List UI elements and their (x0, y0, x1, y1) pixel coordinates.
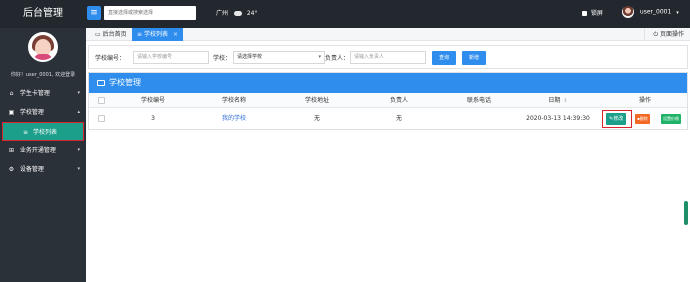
school-select[interactable]: 请选择学校 ▾ (233, 51, 325, 64)
sidebar-item-student-card[interactable]: ⌂ 学生卡管理 ▾ (0, 84, 86, 103)
phone-cell (439, 109, 519, 129)
app-title: 后台管理 (23, 8, 63, 19)
avatar (622, 6, 634, 18)
temperature-label: 24° (246, 10, 258, 17)
top-bar: 后台管理 ≡ 广州 24° 锁屏 user_0001 ▾ (0, 0, 690, 28)
welcome-text: 你好！user_0001, 欢迎登录 (10, 72, 76, 78)
page-operations-button[interactable]: ⏻ 页面操作 (644, 28, 684, 41)
sidebar-item-school-list[interactable]: ≡ 学校列表 (2, 122, 84, 141)
panel-title: 学校管理 (109, 78, 141, 87)
owner-label: 负责人： (325, 55, 350, 62)
list-icon: ≡ (23, 129, 29, 136)
sidebar: 你好！user_0001, 欢迎登录 ⌂ 学生卡管理 ▾ ▣ 学校管理 ▴ ≡ … (0, 28, 86, 282)
query-button[interactable]: 查询 (432, 51, 456, 65)
scrollbar-thumb[interactable] (684, 201, 688, 225)
username-label: user_0001 (639, 8, 672, 16)
page-ops-label: 页面操作 (659, 31, 684, 38)
table-header: 学校编号 学校名称 学校地址 负责人 联系电话 日期 ⇕ 操作 (89, 93, 687, 108)
row-checkbox[interactable] (97, 115, 105, 122)
profile-avatar[interactable] (28, 32, 58, 62)
sidebar-nav: ⌂ 学生卡管理 ▾ ▣ 学校管理 ▴ ≡ 学校列表 ⊞ 业务开通管理 ▾ ⚙ 设… (0, 84, 86, 179)
profile-card: 你好！user_0001, 欢迎登录 (0, 28, 86, 82)
school-code-label: 学校编号： (95, 55, 126, 62)
edit-button[interactable]: ✎修改 (606, 113, 627, 125)
sidebar-item-label: 学生卡管理 (19, 90, 50, 97)
tab-home[interactable]: ▭ 后台首页 (90, 28, 132, 41)
lock-screen-button[interactable]: 锁屏 (582, 8, 603, 17)
tab-label: 后台首页 (102, 31, 127, 38)
column-header: 学校地址 (304, 97, 329, 104)
column-header-label: 日期 (548, 97, 561, 104)
school-management-panel: 学校管理 学校编号 学校名称 学校地址 负责人 联系电话 日期 ⇕ 操作 3 我的… (88, 72, 688, 130)
grid-icon: ⊞ (8, 147, 15, 154)
school-name-link[interactable]: 我的学校 (201, 109, 267, 129)
sidebar-item-school[interactable]: ▣ 学校管理 ▴ (0, 103, 86, 122)
column-header: 联系电话 (466, 97, 491, 104)
lock-screen-label: 锁屏 (590, 10, 603, 17)
school-label: 学校： (213, 55, 232, 62)
card-icon (97, 79, 105, 86)
filter-bar: 学校编号： 请输入学校编号 学校： 请选择学校 ▾ 负责人： 请输入负责人 查询… (88, 45, 688, 69)
power-icon: ⏻ (653, 31, 660, 38)
gears-icon: ⚙ (8, 166, 15, 173)
sidebar-item-label: 业务开通管理 (19, 147, 56, 154)
panel-header: 学校管理 (89, 73, 687, 93)
sidebar-item-business[interactable]: ⊞ 业务开通管理 ▾ (0, 141, 86, 160)
sort-icon: ⇕ (563, 98, 568, 104)
chevron-down-icon: ▾ (77, 90, 80, 96)
city-label: 广州 (216, 10, 229, 17)
app-root: 后台管理 ≡ 广州 24° 锁屏 user_0001 ▾ 你好！user_000… (0, 0, 690, 282)
column-header: 负责人 (389, 97, 408, 104)
tab-label: 学校列表 (143, 31, 168, 38)
sidebar-item-label: 学校列表 (32, 129, 57, 136)
chevron-down-icon: ▾ (77, 147, 80, 153)
list-icon: ≡ (137, 31, 144, 38)
chevron-down-icon: ▾ (77, 166, 80, 172)
chevron-down-icon: ▾ (676, 9, 679, 16)
owner-input[interactable]: 请输入负责人 (350, 51, 426, 64)
weather-widget: 广州 24° (216, 8, 258, 17)
date-cell: 2020-03-13 14:39:30 (526, 115, 590, 122)
delete-button[interactable]: ▪删除 (635, 114, 650, 124)
tab-bar: ▭ 后台首页 ≡ 学校列表 × ⏻ 页面操作 (86, 28, 690, 41)
table-row: 3 我的学校 无 无 2020-03-13 14:39:30 ✎修改 ▪删除 设… (89, 109, 687, 129)
select-all-checkbox[interactable] (97, 97, 105, 104)
school-code-input[interactable]: 请输入学校编号 (133, 51, 209, 64)
school-icon: ▣ (8, 109, 15, 116)
set-price-button[interactable]: 设置价格 (661, 114, 681, 124)
delete-label: 删除 (639, 116, 648, 121)
tab-school-list[interactable]: ≡ 学校列表 × (132, 28, 183, 41)
school-select-value: 请选择学校 (237, 54, 263, 60)
menu-icon[interactable]: ≡ (87, 6, 101, 20)
user-menu[interactable]: user_0001 ▾ (622, 6, 679, 18)
chevron-up-icon: ▴ (77, 109, 80, 115)
owner-cell: 无 (395, 115, 402, 122)
sidebar-item-label: 学校管理 (19, 109, 44, 116)
school-code-cell: 3 (151, 115, 155, 122)
home-icon: ⌂ (9, 90, 14, 97)
column-header: 学校编号 (140, 97, 165, 104)
row-select-cell (89, 109, 113, 129)
select-all-cell (89, 93, 113, 107)
sidebar-item-label: 设备管理 (19, 166, 44, 173)
close-icon[interactable]: × (173, 31, 178, 38)
date-column-header[interactable]: 日期 ⇕ (513, 93, 603, 107)
chevron-down-icon: ▾ (318, 54, 321, 60)
monitor-icon: ▭ (95, 31, 103, 38)
cloud-icon (233, 11, 242, 16)
add-button[interactable]: 新增 (462, 51, 486, 65)
edit-label: 修改 (613, 116, 624, 122)
school-address-cell: 无 (313, 115, 320, 122)
search-input[interactable] (104, 6, 196, 20)
lock-icon (582, 11, 587, 16)
column-header: 操作 (638, 97, 651, 104)
column-header: 学校名称 (221, 97, 246, 104)
sidebar-item-device[interactable]: ⚙ 设备管理 ▾ (0, 160, 86, 179)
